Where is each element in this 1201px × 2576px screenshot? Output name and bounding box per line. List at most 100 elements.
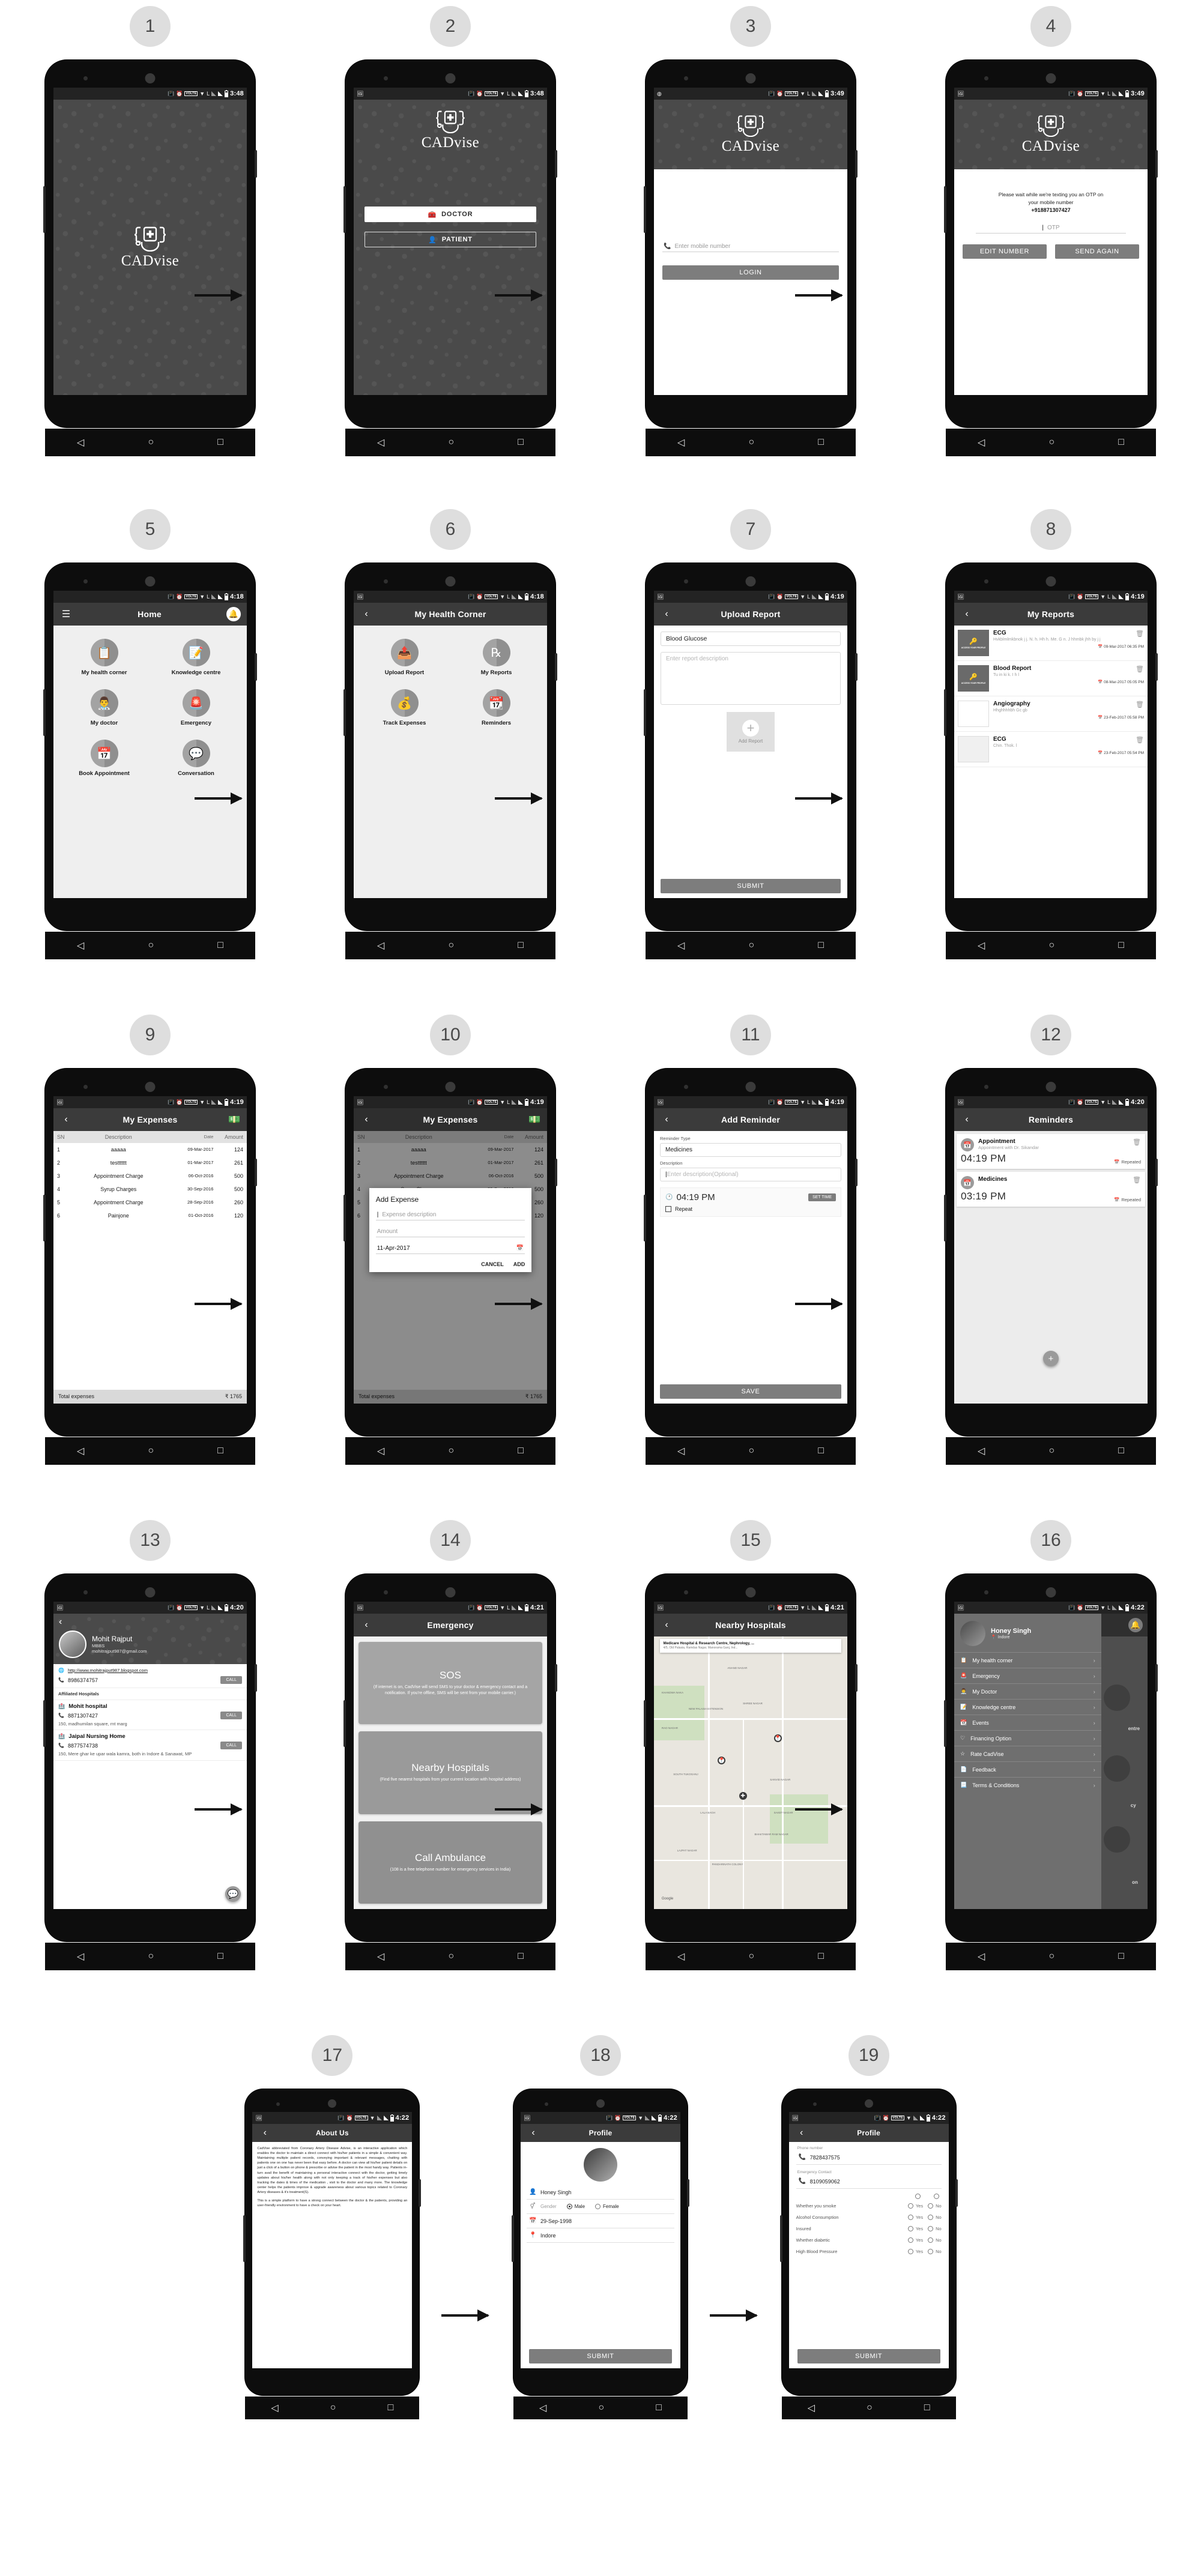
recents-nav-icon[interactable]: □ [818, 437, 824, 448]
volume-button[interactable] [343, 1700, 346, 1747]
recents-nav-icon[interactable]: □ [818, 1951, 824, 1962]
back-nav-icon[interactable]: ◁ [377, 436, 384, 448]
tile-my-reports[interactable]: ℞ My Reports [450, 634, 542, 681]
back-nav-icon[interactable]: ◁ [677, 940, 685, 952]
recents-nav-icon[interactable]: □ [1118, 1951, 1124, 1962]
home-nav-icon[interactable]: ○ [748, 1446, 754, 1456]
reminder-description-input[interactable]: |Enter description(Optional) [660, 1168, 841, 1181]
home-nav-icon[interactable]: ○ [598, 2403, 604, 2413]
add-reminder-fab[interactable]: + [1043, 1351, 1059, 1366]
profile-name-field[interactable]: 👤 Honey Singh [527, 2185, 674, 2200]
table-row[interactable]: 3 Appointment Charge 06-Oct-2016 500 [53, 1169, 247, 1183]
delete-icon[interactable]: 🗑 [1133, 1176, 1141, 1184]
add-expense-icon[interactable]: 💵 [228, 1113, 241, 1126]
back-arrow-icon[interactable]: ‹ [360, 1618, 373, 1632]
call-hospital-button[interactable]: CALL [220, 1742, 242, 1749]
home-tile-my-doctor[interactable]: 👨‍⚕ My doctor [58, 684, 150, 731]
gender-male-radio[interactable] [566, 2204, 572, 2209]
call-ambulance-card[interactable]: Call Ambulance (108 is a free telephone … [358, 1821, 542, 1904]
emergency-contact-field[interactable]: 📞 8109059062 [796, 2174, 942, 2189]
no-radio[interactable] [928, 2237, 934, 2243]
power-button[interactable] [855, 1664, 858, 1692]
send-again-button[interactable]: SEND AGAIN [1055, 244, 1139, 259]
back-nav-icon[interactable]: ◁ [677, 1445, 685, 1457]
home-tile-knowledge-centre[interactable]: 📝 Knowledge centre [150, 634, 242, 681]
recents-nav-icon[interactable]: □ [1118, 1446, 1124, 1456]
repeat-checkbox[interactable] [665, 1206, 671, 1212]
back-arrow-icon[interactable]: ‹ [660, 1113, 673, 1126]
delete-icon[interactable]: 🗑 [1136, 630, 1144, 638]
recents-nav-icon[interactable]: □ [518, 437, 524, 448]
home-nav-icon[interactable]: ○ [867, 2403, 873, 2413]
nearby-hospitals-card[interactable]: Nearby Hospitals (Find five nearest hosp… [358, 1731, 542, 1814]
volume-button[interactable] [43, 186, 46, 233]
tile-reminders[interactable]: 📆 Reminders [450, 684, 542, 731]
doctor-website-row[interactable]: 🌐 http://www.mohitrajput987.blogspot.com [53, 1664, 247, 1674]
question-row-diabetic[interactable]: Whether diabetic Yes No [789, 2234, 949, 2246]
home-nav-icon[interactable]: ○ [1048, 1446, 1054, 1456]
drawer-item-rate-cadvise[interactable]: ☆ Rate CadVise › [954, 1746, 1101, 1761]
back-nav-icon[interactable]: ◁ [978, 1950, 985, 1962]
back-nav-icon[interactable]: ◁ [77, 1445, 84, 1457]
profile-dob-field[interactable]: 📅 29-Sep-1998 [527, 2214, 674, 2228]
power-button[interactable] [855, 1159, 858, 1186]
drawer-item-knowledge-centre[interactable]: 📝 Knowledge centre › [954, 1699, 1101, 1715]
recents-nav-icon[interactable]: □ [1118, 437, 1124, 448]
back-nav-icon[interactable]: ◁ [808, 2402, 815, 2414]
avatar[interactable] [584, 2148, 617, 2182]
drawer-item-my-health-corner[interactable]: 📋 My health corner › [954, 1652, 1101, 1668]
volume-button[interactable] [644, 689, 646, 736]
home-tile-my-health-corner[interactable]: 📋 My health corner [58, 634, 150, 681]
back-nav-icon[interactable]: ◁ [271, 2402, 278, 2414]
gender-female-radio[interactable] [595, 2204, 601, 2209]
yes-radio[interactable] [907, 2226, 913, 2231]
volume-button[interactable] [343, 1195, 346, 1241]
recents-nav-icon[interactable]: □ [924, 2403, 930, 2413]
phone-number-field[interactable]: 📞 7828437575 [796, 2150, 942, 2165]
back-arrow-icon[interactable]: ‹ [960, 1113, 973, 1126]
reminder-card[interactable]: 📅 Medicines 🗑 03:19 PM 📅 Repeated [957, 1172, 1145, 1207]
hospital-info-card[interactable]: Medicare Hospital & Research Centre, Nep… [659, 1639, 842, 1653]
back-nav-icon[interactable]: ◁ [677, 436, 685, 448]
report-type-select[interactable]: Blood Glucose [661, 632, 841, 646]
volume-button[interactable] [944, 1195, 946, 1241]
expense-amount-input[interactable]: Amount [375, 1226, 525, 1238]
back-arrow-icon[interactable]: ‹ [59, 1113, 73, 1126]
drawer-header[interactable]: Honey Singh 📍 Indore [954, 1614, 1101, 1652]
volume-button[interactable] [944, 1700, 946, 1747]
drawer-item-events[interactable]: 📆 Events › [954, 1715, 1101, 1730]
home-tile-conversation[interactable]: 💬 Conversation [150, 735, 242, 782]
recents-nav-icon[interactable]: □ [217, 940, 223, 951]
home-nav-icon[interactable]: ○ [1048, 940, 1054, 951]
delete-icon[interactable]: 🗑 [1136, 736, 1144, 744]
reminder-type-select[interactable]: Medicines [660, 1143, 841, 1157]
power-button[interactable] [555, 1159, 557, 1186]
map-marker-icon[interactable]: 📍 [718, 1756, 726, 1764]
volume-button[interactable] [644, 1195, 646, 1241]
calendar-icon[interactable]: 📅 [516, 1245, 524, 1252]
map-view[interactable]: ANAND NAGAR KHANDWA NAKA NEW PALASIA EXT… [654, 1636, 847, 1909]
home-tile-emergency[interactable]: 🚨 Emergency [150, 684, 242, 731]
notification-bell-icon[interactable]: 🔔 [1128, 1618, 1143, 1632]
home-nav-icon[interactable]: ○ [448, 1951, 454, 1962]
back-arrow-icon[interactable]: ‹ [960, 608, 973, 621]
back-arrow-icon[interactable]: ‹ [59, 1617, 241, 1627]
home-nav-icon[interactable]: ○ [448, 1446, 454, 1456]
sos-card[interactable]: SOS (If internet is on, CadVise will sen… [358, 1642, 542, 1725]
add-report-button[interactable]: + Add Report [727, 712, 775, 752]
table-row[interactable]: 1 aaaaa 09-Mar-2017 124 [53, 1143, 247, 1156]
recents-nav-icon[interactable]: □ [518, 1951, 524, 1962]
power-button[interactable] [1155, 1664, 1158, 1692]
back-arrow-icon[interactable]: ‹ [258, 2126, 271, 2140]
expense-date-input[interactable]: 11-Apr-2017 📅 [375, 1243, 525, 1255]
power-button[interactable] [1155, 653, 1158, 681]
home-nav-icon[interactable]: ○ [148, 1446, 154, 1456]
cancel-button[interactable]: CANCEL [481, 1261, 504, 1267]
question-row-bp[interactable]: High Blood Pressure Yes No [789, 2246, 949, 2257]
hospital-row[interactable]: 🏥 Mohit hospital 📞 8871307427 CALL 150, … [53, 1700, 247, 1730]
report-description-textarea[interactable]: Enter report description [661, 652, 841, 705]
table-row[interactable]: 5 Appointment Charge 28-Sep-2016 260 [53, 1196, 247, 1209]
volume-button[interactable] [243, 2215, 246, 2262]
power-button[interactable] [1155, 150, 1158, 178]
drawer-item-feedback[interactable]: 📄 Feedback › [954, 1761, 1101, 1777]
